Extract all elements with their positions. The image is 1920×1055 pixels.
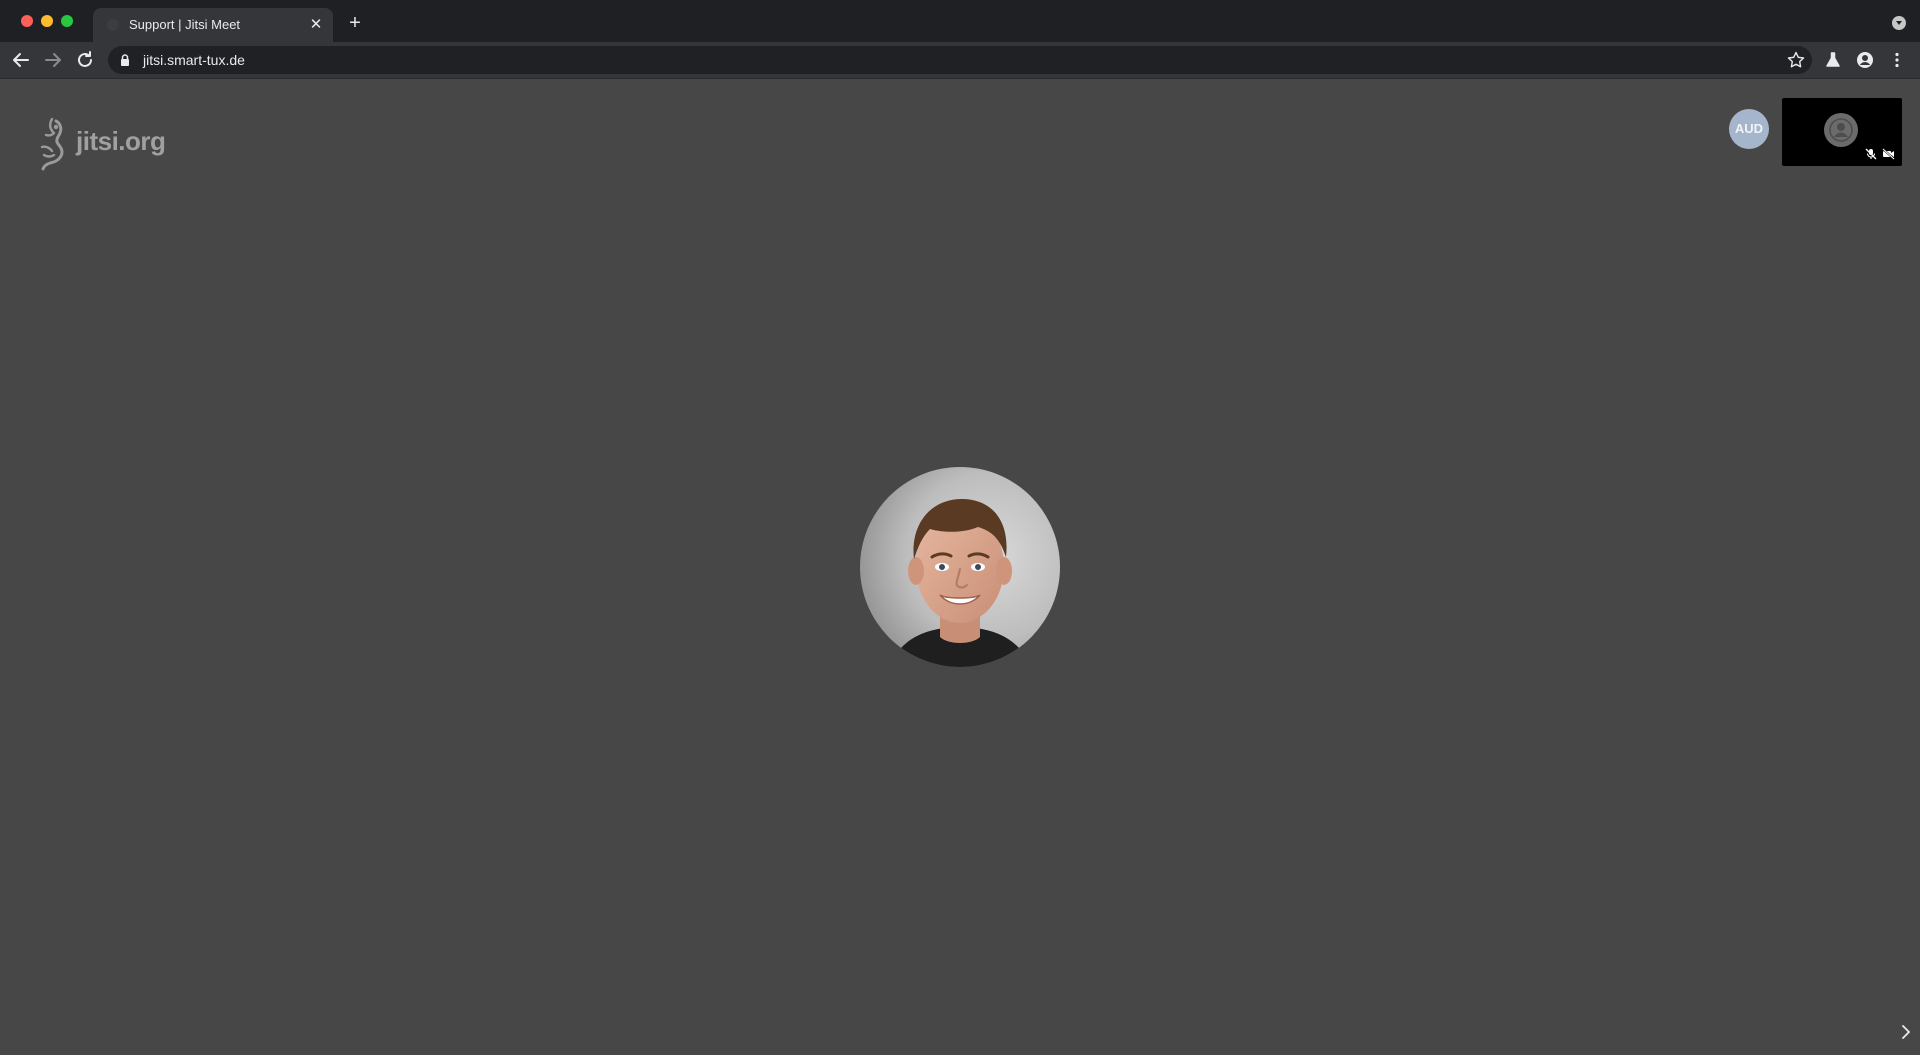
tab-favicon-icon <box>107 19 119 31</box>
reload-button[interactable] <box>73 48 97 72</box>
local-video-thumbnail[interactable] <box>1782 98 1902 166</box>
tab-search-icon[interactable] <box>1892 16 1906 30</box>
reload-icon <box>78 51 92 67</box>
back-arrow-icon <box>13 53 29 67</box>
default-avatar-icon <box>1829 118 1853 142</box>
browser-tab[interactable]: Support | Jitsi Meet ✕ <box>93 8 333 42</box>
new-tab-button[interactable]: + <box>345 13 365 33</box>
participant-photo <box>860 467 1060 667</box>
url-text: jitsi.smart-tux.de <box>143 52 245 68</box>
window-minimize-button[interactable] <box>41 15 53 27</box>
profile-icon[interactable] <box>1855 50 1875 70</box>
browser-toolbar: jitsi.smart-tux.de <box>0 42 1920 79</box>
dominant-speaker-avatar <box>860 467 1060 667</box>
mic-muted-icon <box>1865 148 1877 160</box>
remote-participant-badge[interactable]: AUD <box>1729 109 1769 149</box>
jitsi-watermark-logo[interactable]: jitsi.org <box>34 117 184 172</box>
local-avatar <box>1824 113 1858 147</box>
window-maximize-button[interactable] <box>61 15 73 27</box>
address-bar[interactable]: jitsi.smart-tux.de <box>108 46 1812 74</box>
forward-button[interactable] <box>41 48 65 72</box>
tab-strip: Support | Jitsi Meet ✕ + <box>0 0 1920 42</box>
window-close-button[interactable] <box>21 15 33 27</box>
browser-window: Support | Jitsi Meet ✕ + jitsi.smart-tux… <box>0 0 1920 1055</box>
conference-stage: jitsi.org AUD <box>0 79 1920 1055</box>
chevron-right-icon[interactable] <box>1898 1022 1914 1042</box>
labs-flask-icon[interactable] <box>1823 50 1843 70</box>
kebab-menu-icon[interactable] <box>1887 50 1907 70</box>
back-button[interactable] <box>9 48 33 72</box>
lock-icon[interactable] <box>118 53 132 67</box>
camera-off-icon <box>1882 148 1895 160</box>
tab-close-button[interactable]: ✕ <box>307 16 325 34</box>
logo-text: jitsi.org <box>76 126 166 156</box>
tab-title: Support | Jitsi Meet <box>129 17 241 32</box>
forward-arrow-icon <box>45 53 61 67</box>
star-icon[interactable] <box>1786 50 1806 70</box>
jitsi-logo-icon <box>40 117 64 171</box>
